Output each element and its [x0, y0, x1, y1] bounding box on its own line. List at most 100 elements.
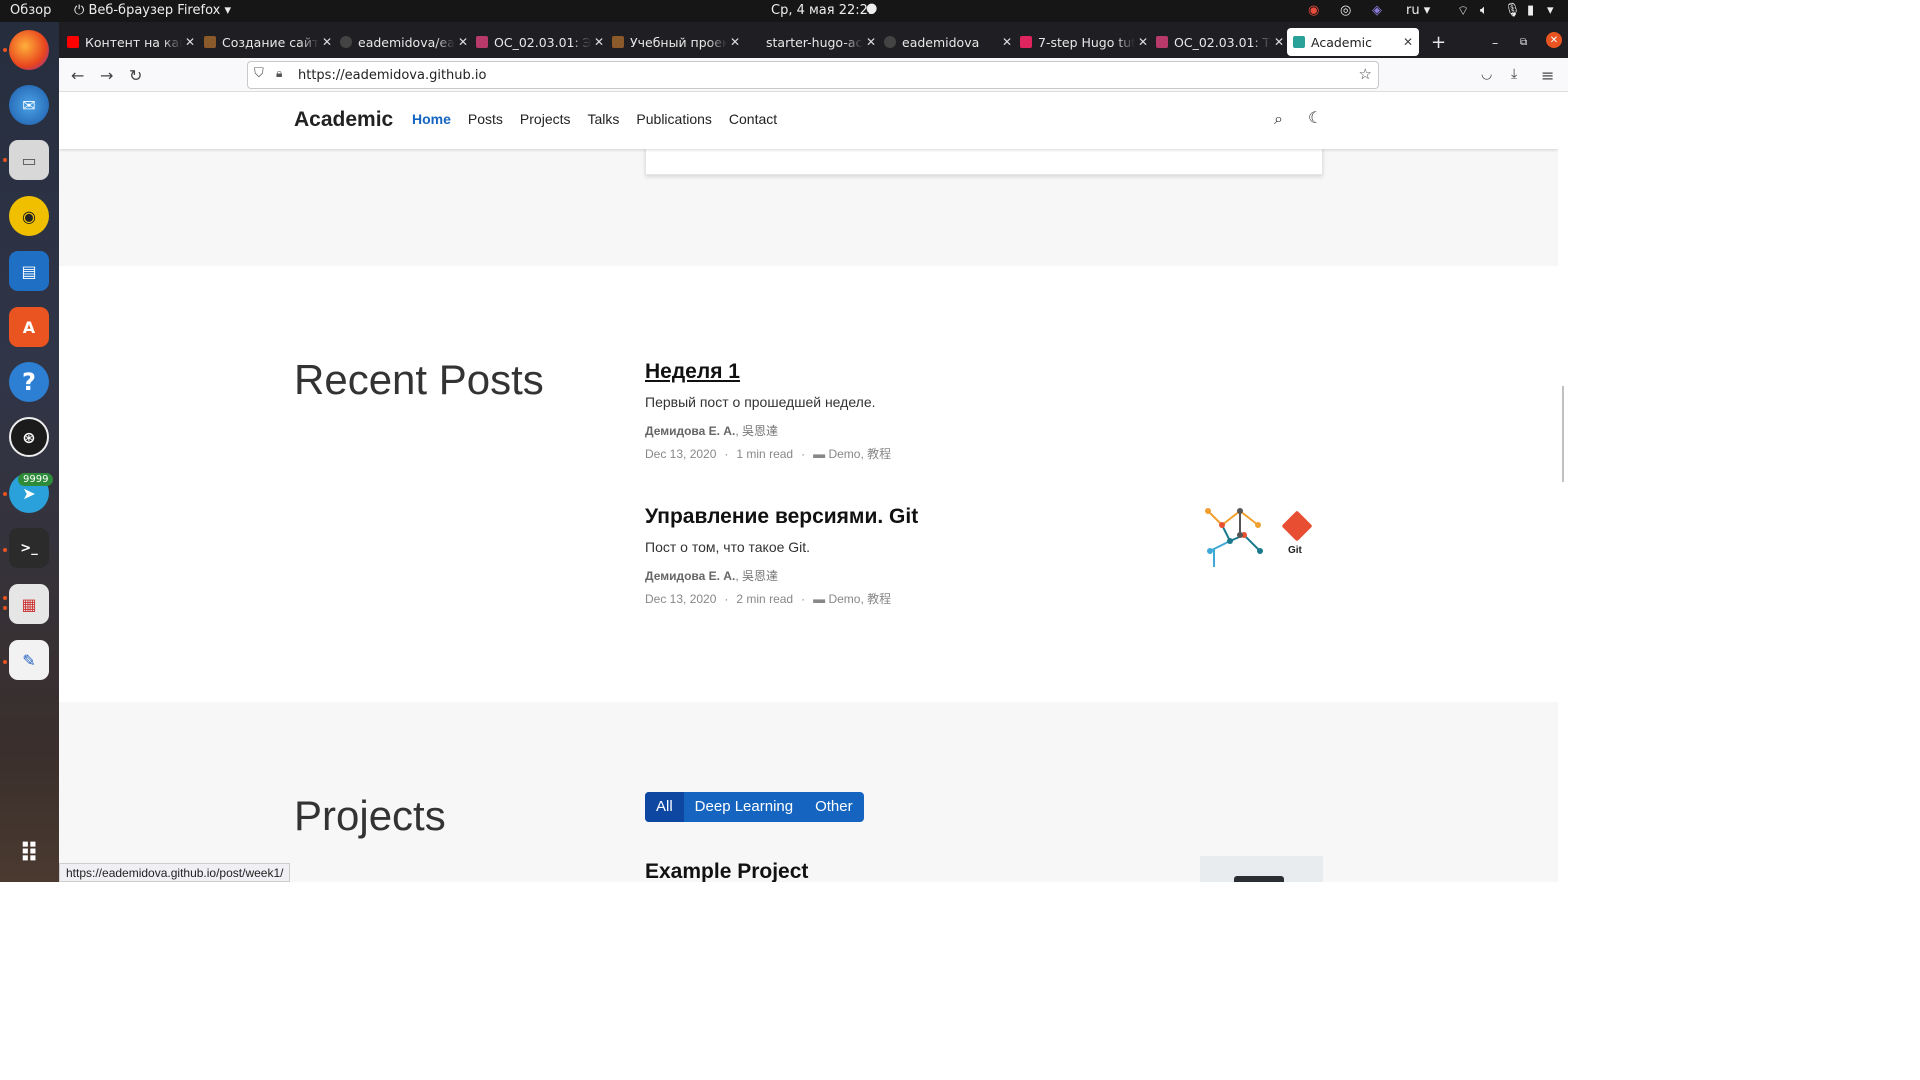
close-tab-icon[interactable]: ✕ [322, 35, 332, 49]
project-title-link[interactable]: Example Project [645, 860, 808, 882]
address-bar[interactable]: ⛉ 🔒︎ https://eademidova.github.io ☆ [247, 61, 1379, 89]
writer-icon[interactable]: ▤ [9, 251, 49, 291]
url-text[interactable]: https://eademidova.github.io [298, 68, 486, 83]
tab[interactable]: Контент на канале✕ [67, 28, 195, 56]
pocket-icon[interactable]: ◡ [1481, 67, 1492, 82]
show-apps-icon[interactable]: ⠿ [9, 834, 49, 874]
system-menu-chevron-icon[interactable]: ▾ [1547, 3, 1554, 18]
youtube-favicon-icon [67, 36, 79, 48]
post-categories[interactable]: Demo, 教程 [828, 447, 891, 461]
tab[interactable]: ОС_02.03.01: Это✕ [476, 28, 604, 56]
nav-projects[interactable]: Projects [520, 111, 571, 127]
filter-deep-learning-button[interactable]: Deep Learning [684, 792, 804, 822]
wifi-icon[interactable]: ⌔ [1457, 3, 1469, 19]
text-editor-icon[interactable]: ✎ [9, 640, 49, 680]
post-categories[interactable]: Demo, 教程 [828, 592, 891, 606]
nav-publications[interactable]: Publications [636, 111, 712, 127]
nav-posts[interactable]: Posts [468, 111, 503, 127]
lock-icon[interactable]: 🔒︎ [276, 66, 282, 81]
close-tab-icon[interactable]: ✕ [185, 35, 195, 49]
tab[interactable]: Создание сайта ✕ [204, 28, 332, 56]
close-window-button[interactable]: ✕ [1546, 32, 1562, 48]
nav-contact[interactable]: Contact [729, 111, 777, 127]
minimize-button[interactable]: – [1492, 28, 1506, 56]
reading-time: 1 min read [736, 447, 794, 461]
post-summary: Пост о том, что такое Git. [645, 539, 811, 555]
menu-icon[interactable]: ≡ [1541, 66, 1554, 85]
downloads-icon[interactable]: ⤓ [1511, 66, 1517, 82]
git-post-thumbnail[interactable]: Git [1200, 501, 1323, 569]
search-icon[interactable]: ⌕ [1274, 109, 1283, 129]
author-link[interactable]: 吳恩達 [742, 569, 778, 583]
dark-mode-moon-icon[interactable]: ☾ [1308, 108, 1322, 127]
close-tab-icon[interactable]: ✕ [1138, 35, 1148, 49]
site-brand[interactable]: Academic [294, 108, 393, 132]
tray-sync-icon[interactable]: ◎ [1340, 3, 1351, 18]
tab[interactable]: 7-step Hugo tutorial✕ [1020, 28, 1148, 56]
tab[interactable]: ОС_02.03.01: Те ✕ [1156, 28, 1284, 56]
laptop-image [1234, 876, 1284, 882]
page-scrollbar[interactable] [1558, 92, 1568, 882]
tab[interactable]: starter-hugo-academic✕ [748, 28, 876, 56]
new-tab-button[interactable]: + [1431, 28, 1451, 56]
folder-icon: ▬ [813, 447, 826, 461]
site-favicon-icon [748, 36, 760, 48]
shield-icon[interactable]: ⛉ [254, 66, 264, 81]
author-link[interactable]: Демидова Е. А. [645, 424, 735, 438]
close-tab-icon[interactable]: ✕ [1403, 35, 1413, 49]
app-menu[interactable]: ⏻ Веб-браузер Firefox ▾ [74, 3, 231, 18]
nav-home[interactable]: Home [412, 111, 451, 127]
tab[interactable]: eademidova ✕ [884, 28, 1012, 56]
post-authors: Демидова Е. А., 吳恩達 [645, 569, 778, 583]
reload-icon[interactable]: ↻ [129, 66, 142, 85]
author-link[interactable]: Демидова Е. А. [645, 569, 735, 583]
document-viewer-icon[interactable]: ▦ [9, 584, 49, 624]
site-favicon-icon [1020, 36, 1032, 48]
firefox-icon[interactable] [9, 30, 49, 70]
chevron-down-icon: ▾ [224, 3, 231, 18]
link-status-tooltip: https://eademidova.github.io/post/week1/ [59, 863, 291, 882]
activities-button[interactable]: Обзор [10, 3, 51, 18]
close-tab-icon[interactable]: ✕ [1002, 35, 1012, 49]
restore-button[interactable]: ⧉ [1520, 28, 1534, 56]
software-center-icon[interactable]: A [9, 307, 49, 347]
tray-discord-icon[interactable]: ◈ [1372, 3, 1382, 18]
nav-talks[interactable]: Talks [588, 111, 620, 127]
thunderbird-icon[interactable]: ✉ [9, 85, 49, 125]
tab-active[interactable]: Academic ✕ [1287, 28, 1419, 56]
reading-time: 2 min read [736, 592, 794, 606]
close-tab-icon[interactable]: ✕ [458, 35, 468, 49]
site-menu: Home Posts Projects Talks Publications C… [412, 111, 794, 127]
close-tab-icon[interactable]: ✕ [866, 35, 876, 49]
volume-icon[interactable]: 🔈︎ [1480, 3, 1488, 18]
bookmark-star-icon[interactable]: ☆ [1359, 65, 1372, 83]
author-link[interactable]: 吳恩達 [742, 424, 778, 438]
filter-all-button[interactable]: All [645, 792, 684, 822]
folder-icon: ▬ [813, 592, 826, 606]
post-title-link[interactable]: Неделя 1 [645, 360, 891, 384]
keyboard-layout[interactable]: ru ▾ [1406, 3, 1430, 18]
telegram-badge: 9999 [18, 473, 54, 486]
terminal-icon[interactable]: >_ [9, 528, 49, 568]
clock[interactable]: Ср, 4 мая 22:23 [771, 3, 876, 18]
microphone-icon[interactable]: 🎙︎ [1504, 3, 1521, 18]
close-tab-icon[interactable]: ✕ [730, 35, 740, 49]
files-icon[interactable]: ▭ [9, 140, 49, 180]
battery-icon[interactable]: ▮ [1527, 3, 1534, 18]
scrollbar-thumb[interactable] [1562, 386, 1564, 482]
close-tab-icon[interactable]: ✕ [594, 35, 604, 49]
tray-app-icon[interactable]: ◉ [1308, 3, 1319, 18]
filter-other-button[interactable]: Other [804, 792, 864, 822]
tab[interactable]: Учебный проект ✕ [612, 28, 740, 56]
forward-icon[interactable]: → [100, 66, 113, 85]
obs-icon[interactable]: ⊛ [9, 417, 49, 457]
project-thumbnail[interactable] [1200, 856, 1323, 882]
tab[interactable]: eademidova/eademidova✕ [340, 28, 468, 56]
post-title-link[interactable]: Управление версиями. Git [645, 505, 918, 529]
close-tab-icon[interactable]: ✕ [1274, 35, 1284, 49]
post-item: Управление версиями. Git Пост о том, что… [645, 505, 918, 607]
rhythmbox-icon[interactable]: ◉ [9, 196, 49, 236]
site-navbar: Academic Home Posts Projects Talks Publi… [59, 92, 1558, 149]
help-icon[interactable]: ? [9, 362, 49, 402]
back-icon[interactable]: ← [71, 66, 84, 85]
